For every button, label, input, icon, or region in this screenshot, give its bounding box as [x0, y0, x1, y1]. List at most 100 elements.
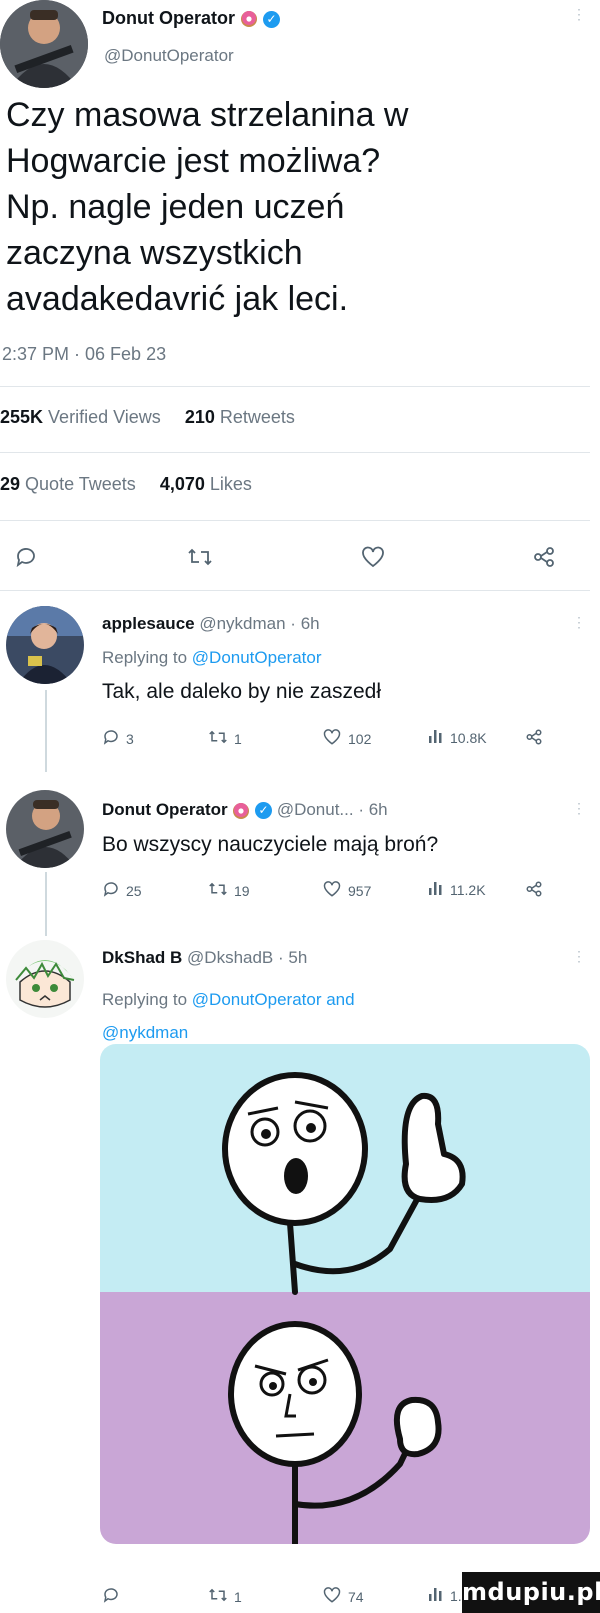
views-icon — [428, 1586, 444, 1605]
reply-stat-likes[interactable]: 957 — [322, 880, 371, 901]
likes-label: Likes — [209, 474, 252, 494]
reply-author-name[interactable]: Donut Operator — [102, 800, 228, 819]
main-author-name[interactable]: Donut Operator — [102, 8, 235, 28]
reply-stat-replies[interactable]: 3 — [102, 728, 134, 749]
reply-author-meta[interactable]: @nykdman · 6h — [199, 614, 319, 633]
avatar-applesauce[interactable] — [6, 606, 84, 684]
reply-header: applesauce @nykdman · 6h — [102, 614, 320, 634]
reply-icon[interactable] — [102, 1586, 120, 1604]
like-count: 102 — [348, 730, 372, 747]
verified-icon: ✓ — [263, 10, 281, 28]
views-icon — [428, 880, 444, 899]
like-icon — [322, 880, 342, 901]
donut-icon — [232, 802, 250, 820]
kebab-icon[interactable]: ⋮ — [572, 948, 586, 965]
views-label: Verified Views — [48, 407, 161, 427]
share-icon[interactable] — [525, 728, 543, 746]
reply-author-name[interactable]: applesauce — [102, 614, 195, 633]
main-tweet-text: Czy masowa strzelanina w Hogwarcie jest … — [6, 92, 408, 322]
kebab-icon[interactable]: ⋮ — [572, 614, 586, 631]
stats-row-2: 29 Quote Tweets 4,070 Likes — [0, 474, 252, 495]
views-count: 11.2K — [450, 881, 486, 898]
main-tweet-line: Np. nagle jeden uczeń — [6, 188, 345, 226]
divider — [0, 520, 590, 521]
replying-to-prefix: Replying to — [102, 990, 192, 1009]
likes-count: 4,070 — [159, 474, 205, 494]
reply-stat-likes[interactable]: 102 — [322, 728, 371, 749]
reply-icon[interactable] — [14, 545, 38, 569]
retweet-count: 19 — [234, 882, 250, 899]
avatar-dkshad[interactable] — [6, 940, 84, 1018]
main-timestamp[interactable]: 2:37 PM · 06 Feb 23 — [2, 344, 166, 365]
replying-to-link[interactable]: @DonutOperator — [192, 648, 322, 667]
retweets-count: 210 — [184, 407, 215, 427]
avatar-donut-operator[interactable] — [6, 790, 84, 868]
retweet-count: 1 — [234, 730, 242, 747]
like-icon — [322, 1586, 342, 1607]
retweet-icon — [208, 728, 228, 749]
replying-to-line: Replying to @DonutOperator — [102, 648, 322, 668]
reply-header: Donut Operator ✓ @Donut... · 6h — [102, 800, 388, 820]
quotes-label: Quote Tweets — [25, 474, 136, 494]
share-icon[interactable] — [525, 880, 543, 898]
reply-text: Tak, ale daleko by nie zaszedł — [102, 680, 381, 703]
kebab-icon[interactable]: ⋮ — [572, 800, 586, 817]
reply-stat-retweets[interactable]: 19 — [208, 880, 250, 901]
views-count: 10.8K — [450, 729, 487, 746]
reply-stat-retweets[interactable]: 1 — [208, 1586, 242, 1607]
retweet-icon — [208, 880, 228, 901]
reply-author-meta[interactable]: @DkshadB · 5h — [187, 948, 307, 967]
like-count: 74 — [348, 1588, 364, 1605]
like-count: 957 — [348, 882, 372, 899]
divider — [0, 452, 590, 453]
quotes-count: 29 — [0, 474, 21, 494]
avatar-image — [0, 0, 88, 88]
reply-icon — [102, 728, 120, 749]
avatar-donut-operator[interactable] — [0, 0, 88, 88]
like-icon[interactable] — [360, 545, 386, 569]
main-tweet-line: Czy masowa strzelanina w — [6, 96, 409, 134]
stats-row-1: 255K Verified Views 210 Retweets — [0, 407, 295, 428]
replying-to-link[interactable]: @DonutOperator and — [192, 990, 355, 1009]
quotes-stat[interactable]: 29 Quote Tweets — [0, 474, 141, 494]
reply-text: Bo wszyscy nauczyciele mają broń? — [102, 833, 439, 856]
views-icon — [428, 728, 444, 747]
avatar-image — [6, 790, 84, 868]
reply-stat-views[interactable]: 11.2K — [428, 880, 486, 899]
reply-header: DkShad B @DkshadB · 5h — [102, 948, 307, 968]
main-tweet-line: zaczyna wszystkich — [6, 234, 303, 272]
retweets-label: Retweets — [219, 407, 295, 427]
main-author-line: Donut Operator ✓ — [102, 8, 281, 29]
reply-author-name[interactable]: DkShad B — [102, 948, 182, 967]
share-icon[interactable] — [532, 545, 556, 569]
thread-line — [45, 690, 47, 772]
retweet-icon[interactable] — [187, 545, 213, 569]
retweets-stat[interactable]: 210 Retweets — [185, 407, 295, 427]
reply-stat-likes[interactable]: 74 — [322, 1586, 364, 1607]
reply-media-image[interactable] — [100, 1044, 590, 1544]
main-author-handle[interactable]: @DonutOperator — [104, 46, 234, 66]
reply-author-meta[interactable]: @Donut... · 6h — [277, 800, 388, 819]
meme-illustration — [100, 1044, 590, 1544]
kebab-icon[interactable]: ⋮ — [572, 6, 586, 23]
reply-count: 3 — [126, 730, 134, 747]
likes-stat[interactable]: 4,070 Likes — [160, 474, 252, 494]
thread-line — [45, 872, 47, 936]
reply-stat-retweets[interactable]: 1 — [208, 728, 242, 749]
divider — [0, 590, 590, 591]
reply-stat-replies[interactable]: 25 — [102, 880, 142, 901]
replying-to-line: Replying to @DonutOperator and @nykdman — [102, 983, 355, 1049]
retweet-icon — [208, 1586, 228, 1607]
reply-stat-views[interactable]: 10.8K — [428, 728, 487, 747]
watermark-badge: mdupiu.pl — [462, 1572, 600, 1613]
avatar-image — [6, 940, 84, 1018]
donut-icon — [240, 10, 258, 28]
reply-count: 25 — [126, 882, 142, 899]
replying-to-prefix: Replying to — [102, 648, 192, 667]
like-icon — [322, 728, 342, 749]
retweet-count: 1 — [234, 1588, 242, 1605]
main-tweet-line: Hogwarcie jest możliwa? — [6, 142, 381, 180]
reply-icon — [102, 880, 120, 901]
verified-icon: ✓ — [255, 802, 273, 820]
divider — [0, 386, 590, 387]
